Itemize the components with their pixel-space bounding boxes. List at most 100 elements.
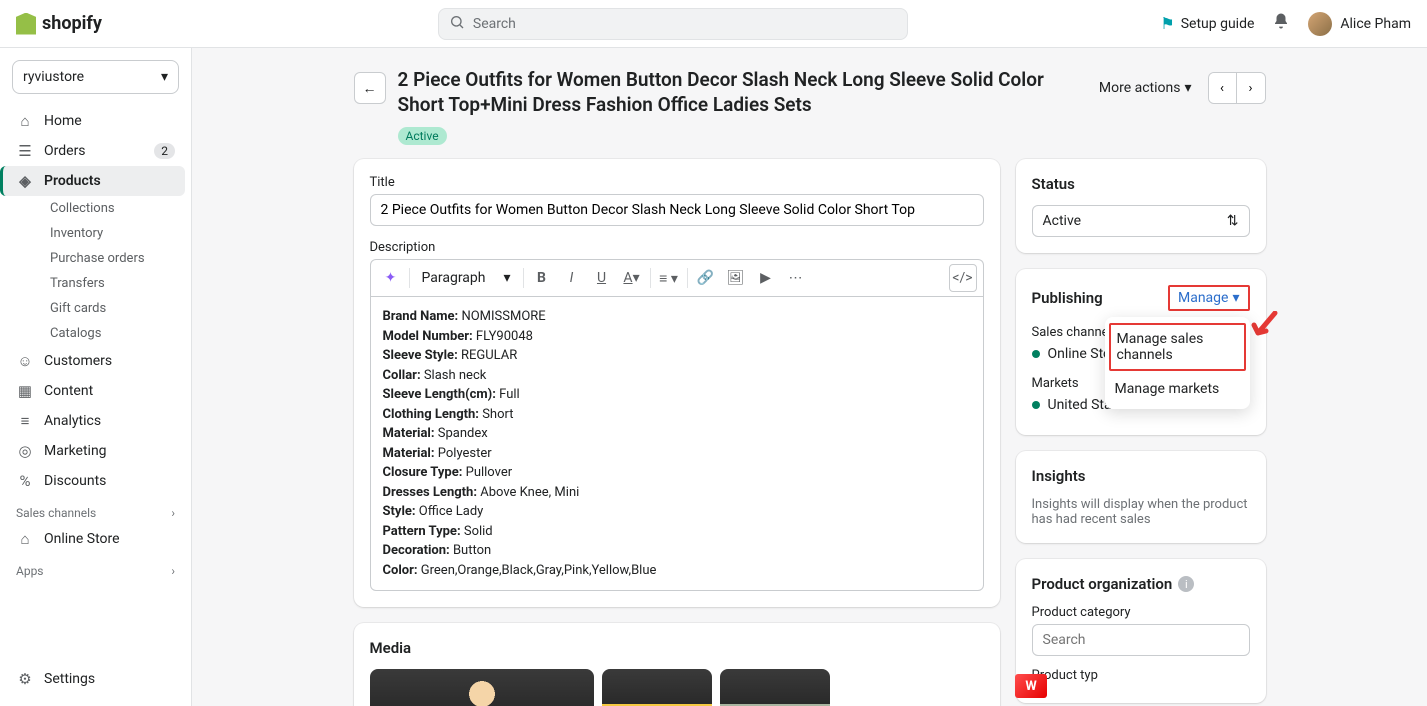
page-header: ← 2 Piece Outfits for Women Button Decor…: [354, 68, 1266, 117]
info-icon[interactable]: i: [1178, 576, 1194, 592]
home-label: Home: [44, 113, 82, 129]
next-button[interactable]: ›: [1237, 73, 1265, 103]
align-button[interactable]: ≡ ▾: [655, 264, 683, 292]
sales-channels-header[interactable]: Sales channels ›: [6, 496, 185, 524]
sidebar-item-marketing[interactable]: ◎ Marketing: [6, 436, 185, 466]
sidebar-item-online-store[interactable]: ⌂ Online Store: [6, 524, 185, 554]
avatar: [1308, 12, 1332, 36]
gear-icon: ⚙: [16, 670, 34, 688]
category-input[interactable]: [1032, 624, 1250, 656]
media-thumbnail-1[interactable]: [370, 669, 594, 706]
italic-button[interactable]: I: [558, 264, 586, 292]
video-button[interactable]: ▶: [752, 264, 780, 292]
shopify-logo[interactable]: shopify: [16, 13, 102, 35]
title-label: Title: [370, 175, 984, 190]
orders-icon: ☰: [16, 142, 34, 160]
sidebar-item-products[interactable]: ◈ Products: [0, 166, 185, 196]
analytics-label: Analytics: [44, 413, 101, 429]
status-dot-icon: [1032, 401, 1040, 409]
chevron-right-icon: ›: [171, 506, 175, 520]
customers-label: Customers: [44, 353, 112, 369]
sidebar-item-collections[interactable]: Collections: [40, 196, 185, 221]
setup-guide-label: Setup guide: [1181, 16, 1255, 32]
customers-icon: ☺: [16, 352, 34, 370]
manage-dropdown: Manage sales channels Manage markets: [1105, 317, 1250, 409]
shopify-bag-icon: [16, 13, 36, 35]
type-label: Product typ: [1032, 668, 1250, 683]
user-menu[interactable]: Alice Pham: [1308, 12, 1411, 36]
link-button[interactable]: 🔗: [692, 264, 720, 292]
annotation-arrow-icon: [1250, 311, 1280, 343]
search-icon: [449, 14, 465, 34]
status-dot-icon: [1032, 350, 1040, 358]
chevron-left-icon: ‹: [1220, 81, 1224, 96]
arrow-left-icon: ←: [363, 80, 377, 97]
chevron-down-icon: ▾: [1232, 290, 1239, 306]
more-actions-button[interactable]: More actions ▾: [1091, 74, 1200, 102]
prev-button[interactable]: ‹: [1209, 73, 1237, 103]
search-input[interactable]: Search: [438, 8, 908, 40]
sidebar-item-customers[interactable]: ☺ Customers: [6, 346, 185, 376]
category-label: Product category: [1032, 605, 1250, 620]
status-select[interactable]: Active ⇅: [1032, 205, 1250, 237]
sidebar-item-analytics[interactable]: ≡ Analytics: [6, 406, 185, 436]
products-subnav: Collections Inventory Purchase orders Tr…: [6, 196, 185, 346]
manage-sales-channels-item[interactable]: Manage sales channels: [1109, 323, 1246, 371]
media-thumbnail-3[interactable]: [720, 669, 830, 706]
page-title: 2 Piece Outfits for Women Button Decor S…: [398, 68, 1079, 117]
product-organization-card: Product organization i Product category …: [1016, 559, 1266, 703]
orders-label: Orders: [44, 143, 86, 159]
marketing-label: Marketing: [44, 443, 107, 459]
sidebar-item-inventory[interactable]: Inventory: [40, 221, 185, 246]
sidebar-item-gift-cards[interactable]: Gift cards: [40, 296, 185, 321]
home-icon: ⌂: [16, 112, 34, 130]
sidebar-item-orders[interactable]: ☰ Orders 2: [6, 136, 185, 166]
sidebar-item-transfers[interactable]: Transfers: [40, 271, 185, 296]
sidebar-item-purchase-orders[interactable]: Purchase orders: [40, 246, 185, 271]
sidebar-item-catalogs[interactable]: Catalogs: [40, 321, 185, 346]
bold-button[interactable]: B: [528, 264, 556, 292]
online-store-label: Online Store: [44, 531, 120, 547]
apps-header[interactable]: Apps ›: [6, 554, 185, 582]
search-placeholder: Search: [473, 16, 516, 32]
image-button[interactable]: 🖼: [722, 264, 750, 292]
publishing-card: Publishing Manage ▾ Manage sales channel…: [1016, 269, 1266, 435]
chevron-down-icon: ▾: [503, 270, 510, 286]
discounts-label: Discounts: [44, 473, 106, 489]
flag-icon: ⚑: [1160, 14, 1174, 33]
editor-toolbar: ✦ Paragraph ▾ B I U A ▾: [370, 259, 984, 296]
description-editor[interactable]: Brand Name: NOMISSMOREModel Number: FLY9…: [370, 296, 984, 591]
back-button[interactable]: ←: [354, 72, 386, 104]
ai-sparkle-icon[interactable]: ✦: [377, 264, 405, 292]
status-card: Status Active ⇅: [1016, 159, 1266, 253]
paragraph-select[interactable]: Paragraph ▾: [414, 266, 519, 290]
content-label: Content: [44, 383, 93, 399]
underline-button[interactable]: U: [588, 264, 616, 292]
sidebar-item-discounts[interactable]: % Discounts: [6, 466, 185, 496]
wps-badge-icon: W: [1015, 674, 1047, 698]
manage-markets-item[interactable]: Manage markets: [1105, 373, 1250, 405]
insights-heading: Insights: [1032, 467, 1250, 485]
status-chip: Active: [398, 127, 447, 145]
more-button[interactable]: ⋯: [782, 264, 810, 292]
topbar: shopify Search ⚑ Setup guide Alice Pham: [0, 0, 1427, 48]
topbar-right: ⚑ Setup guide Alice Pham: [1160, 12, 1411, 36]
orders-badge: 2: [154, 143, 175, 159]
store-selector[interactable]: ryviustore ▾: [12, 60, 179, 94]
chevron-down-icon: ▾: [1184, 80, 1191, 96]
notifications-icon[interactable]: [1272, 12, 1290, 35]
text-color-button[interactable]: A ▾: [618, 264, 646, 292]
title-input[interactable]: [370, 194, 984, 226]
marketing-icon: ◎: [16, 442, 34, 460]
setup-guide-link[interactable]: ⚑ Setup guide: [1160, 14, 1254, 33]
pager: ‹ ›: [1208, 72, 1266, 104]
analytics-icon: ≡: [16, 412, 34, 430]
code-view-button[interactable]: </>: [949, 264, 977, 292]
insights-card: Insights Insights will display when the …: [1016, 451, 1266, 543]
media-thumbnail-2[interactable]: [602, 669, 712, 706]
chevron-right-icon: ›: [1248, 81, 1252, 96]
manage-button[interactable]: Manage ▾: [1168, 285, 1250, 311]
sidebar-item-home[interactable]: ⌂ Home: [6, 106, 185, 136]
sidebar-item-content[interactable]: ▦ Content: [6, 376, 185, 406]
sidebar-item-settings[interactable]: ⚙ Settings: [6, 664, 185, 694]
